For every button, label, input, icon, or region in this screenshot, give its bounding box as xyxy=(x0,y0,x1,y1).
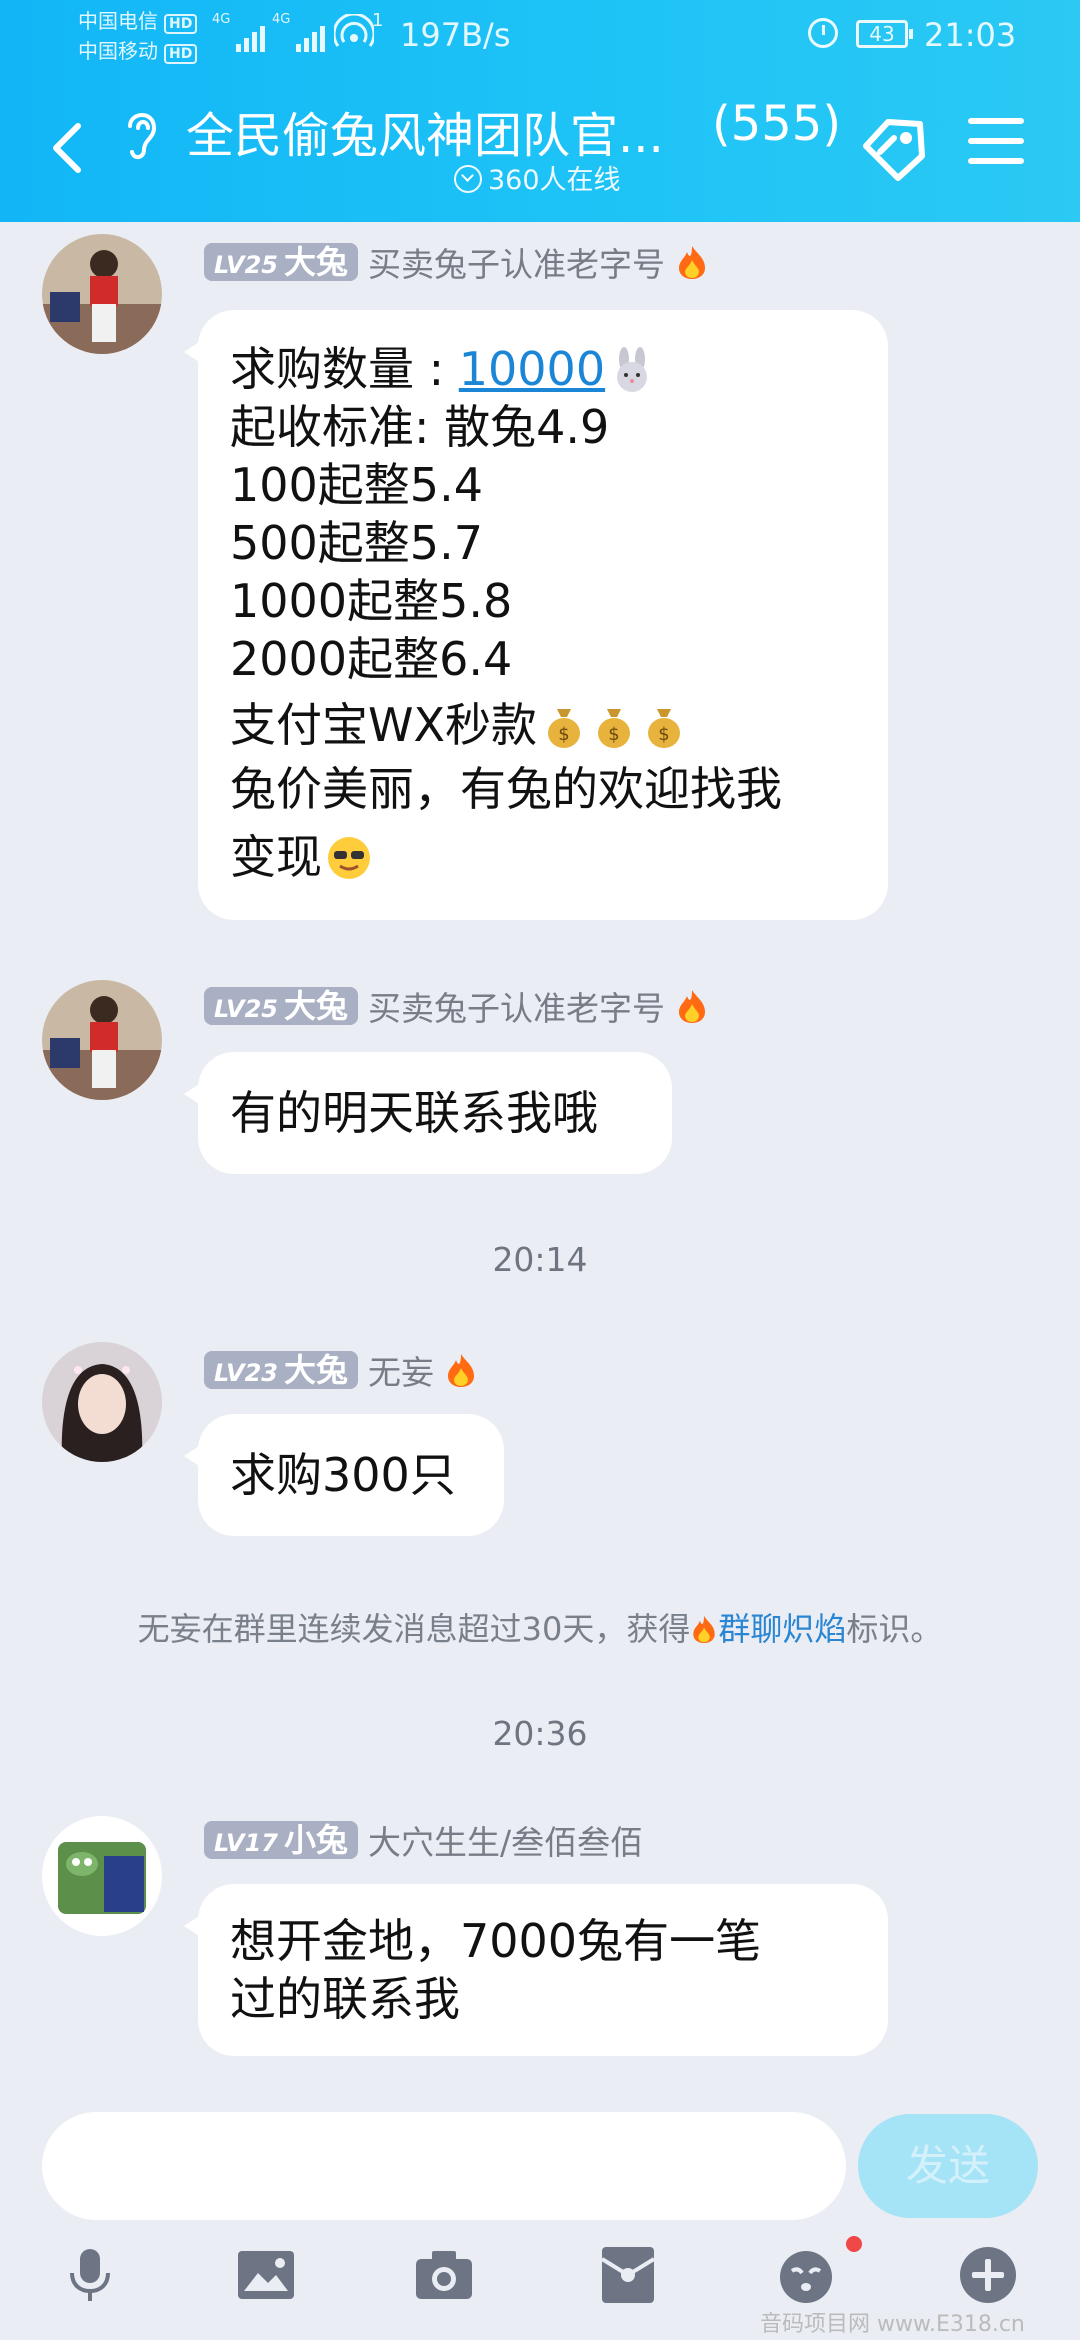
emoji-icon[interactable] xyxy=(776,2245,836,2305)
money-bag-icon: $ xyxy=(598,709,630,748)
message-input[interactable] xyxy=(42,2112,846,2220)
message-bubble[interactable]: 求购300只 xyxy=(184,1414,504,1536)
system-notice: 无妄在群里连续发消息超过30天，获得 群聊炽焰标识。 xyxy=(0,1604,1080,1650)
svg-text:$: $ xyxy=(658,724,669,745)
message-text: 500起整5.7 xyxy=(230,516,483,570)
wifi-hotspot-icon xyxy=(334,14,374,47)
group-tag-icon[interactable] xyxy=(858,112,934,182)
chevron-down-icon xyxy=(454,165,482,193)
message-text: 起收标准: 散兔4.9 xyxy=(230,400,610,454)
message-text: 支付宝WX秒款 xyxy=(230,698,537,752)
signal-icon: 4G xyxy=(272,12,328,52)
hd-icon: HD xyxy=(164,44,198,64)
member-count[interactable]: (555) xyxy=(712,96,841,152)
fire-icon xyxy=(678,246,705,279)
sender-name-line: LV23 大兔 无妄 xyxy=(204,1346,478,1392)
member-title: 买卖兔子认准老字号 xyxy=(367,989,665,1028)
online-label: 360人在线 xyxy=(488,165,621,196)
net-type: 4G xyxy=(212,12,231,27)
status-bar: 中国电信 HD 中国移动 HD 4G 4G 1 197B/s 43 21:03 xyxy=(0,0,1080,72)
message-text: 2000起整6.4 xyxy=(230,632,513,686)
rabbit-face-icon xyxy=(617,347,648,392)
message-bubble[interactable]: 有的明天联系我哦 xyxy=(184,1052,672,1174)
message-text: 1000起整5.8 xyxy=(230,574,513,628)
net-type: 4G xyxy=(272,12,291,27)
message-text: 变现 xyxy=(230,830,322,884)
flame-badge-link[interactable]: 群聊炽焰 xyxy=(718,1610,846,1648)
avatar[interactable] xyxy=(42,980,162,1100)
ear-icon[interactable] xyxy=(120,104,164,164)
sunglasses-face-icon xyxy=(328,837,370,879)
wifi-level: 1 xyxy=(372,10,384,31)
system-notice-text: 标识。 xyxy=(846,1610,943,1648)
carrier-info: 中国电信 HD 中国移动 HD xyxy=(78,6,198,66)
camera-icon[interactable] xyxy=(414,2245,474,2305)
timestamp: 20:36 xyxy=(492,1714,588,1753)
message-bubble[interactable]: 想开金地，7000兔有一笔 过的联系我 xyxy=(184,1884,888,2056)
alarm-icon xyxy=(808,18,838,48)
hd-icon: HD xyxy=(164,14,198,34)
member-title: 买卖兔子认准老字号 xyxy=(367,245,665,284)
red-packet-icon[interactable] xyxy=(598,2245,658,2305)
fire-icon xyxy=(693,1615,716,1643)
carrier-1: 中国电信 xyxy=(78,9,158,33)
sender-name-line: LV25 大兔 买卖兔子认准老字号 xyxy=(204,982,709,1028)
status-time: 21:03 xyxy=(924,16,1017,54)
message-text: 有的明天联系我哦 xyxy=(230,1086,598,1140)
sender-name-line: LV17 小兔 大穴生生/叁佰叁佰 xyxy=(204,1816,643,1862)
message-text: 过的联系我 xyxy=(230,1972,460,2026)
online-count[interactable]: 360人在线 xyxy=(454,158,621,197)
plus-icon[interactable] xyxy=(958,2245,1018,2305)
back-icon[interactable] xyxy=(40,112,90,182)
group-title[interactable]: 全民偷兔风神团队官... xyxy=(186,96,664,166)
signal-icon: 4G xyxy=(212,12,268,52)
level-badge: LV25 大兔 xyxy=(204,243,358,281)
image-icon[interactable] xyxy=(236,2245,296,2305)
message-text: 求购300只 xyxy=(230,1448,456,1502)
level-badge: LV23 大兔 xyxy=(204,1351,358,1389)
system-notice-text: 无妄在群里连续发消息超过30天，获得 xyxy=(137,1610,691,1648)
notification-dot xyxy=(846,2236,862,2252)
message-bubble[interactable]: 求购数量 : 10000 起收标准: 散兔4.9 100起整5.4 500起整5… xyxy=(184,310,888,920)
avatar[interactable] xyxy=(42,1816,162,1936)
money-bag-icon: $ xyxy=(648,709,680,748)
svg-text:$: $ xyxy=(608,724,619,745)
fire-icon xyxy=(678,990,705,1023)
level-badge: LV25 大兔 xyxy=(204,987,358,1025)
net-speed: 197B/s xyxy=(400,16,511,54)
fire-icon xyxy=(447,1354,474,1387)
timestamp: 20:14 xyxy=(492,1240,588,1279)
message-text: 想开金地，7000兔有一笔 xyxy=(230,1914,762,1968)
member-title: 无妄 xyxy=(367,1353,434,1392)
watermark: 音码项目网 www.E318.cn xyxy=(760,2312,1025,2337)
chat-header: 中国电信 HD 中国移动 HD 4G 4G 1 197B/s 43 21:03 全民… xyxy=(0,0,1080,222)
message-text: 兔价美丽，有兔的欢迎找我 xyxy=(230,762,782,816)
message-text: 求购数量 : xyxy=(230,342,459,396)
sender-name-line: LV25 大兔 买卖兔子认准老字号 xyxy=(204,238,709,284)
message-text: 100起整5.4 xyxy=(230,458,483,512)
avatar[interactable] xyxy=(42,234,162,354)
level-badge: LV17 小兔 xyxy=(204,1821,358,1859)
menu-icon[interactable] xyxy=(968,118,1024,168)
battery-icon: 43 xyxy=(856,20,913,48)
money-bag-icon: $ xyxy=(548,709,580,748)
microphone-icon[interactable] xyxy=(60,2245,120,2305)
member-title: 大穴生生/叁佰叁佰 xyxy=(367,1823,644,1862)
carrier-2: 中国移动 xyxy=(78,39,158,63)
svg-text:$: $ xyxy=(558,724,569,745)
send-button[interactable]: 发送 xyxy=(858,2114,1038,2218)
avatar[interactable] xyxy=(42,1342,162,1462)
number-link[interactable]: 10000 xyxy=(459,342,605,396)
